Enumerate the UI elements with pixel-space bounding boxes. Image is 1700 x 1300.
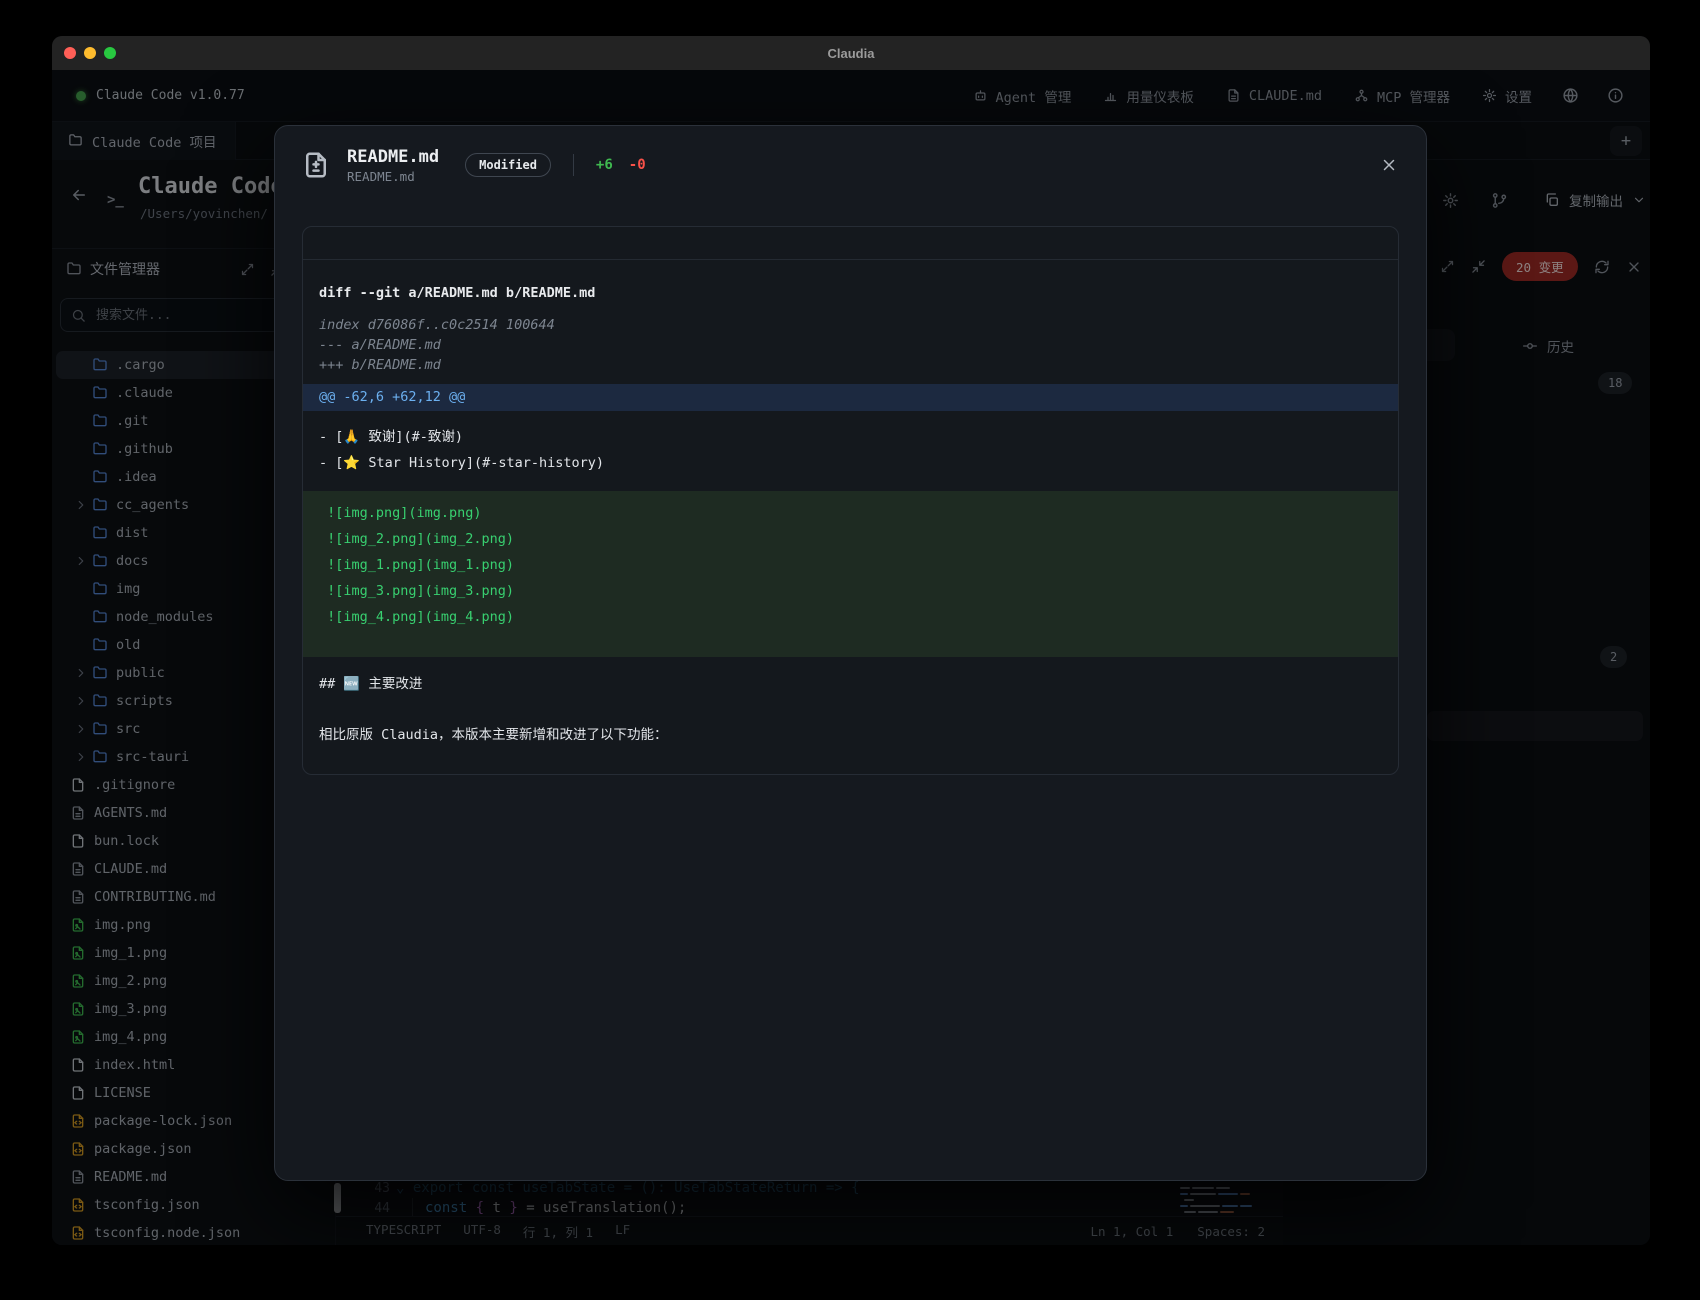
diff-line-context: - [⭐ Star History](#-star-history) <box>303 450 1398 476</box>
diff-line-meta: +++ b/README.md <box>303 355 1398 375</box>
additions-count: +6 <box>596 157 613 173</box>
diff-added-line: ![img_2.png](img_2.png) <box>303 526 1398 552</box>
diff-added-line: ![img_1.png](img_1.png) <box>303 552 1398 578</box>
deletions-count: -0 <box>629 157 646 173</box>
diff-line-meta: --- a/README.md <box>303 335 1398 355</box>
titlebar: Claudia <box>52 36 1650 70</box>
diff-line-meta: index d76086f..c0c2514 100644 <box>303 315 1398 335</box>
diff-panel: diff --git a/README.md b/README.md index … <box>302 226 1399 775</box>
diff-added-line: ![img_3.png](img_3.png) <box>303 578 1398 604</box>
diff-line-hunk: @@ -62,6 +62,12 @@ <box>303 384 1398 411</box>
diff-line-context: - [🙏 致谢](#-致谢) <box>303 424 1398 450</box>
diff-line-context: ## 🆕 主要改进 <box>303 671 1398 697</box>
diff-line-context: 相比原版 Claudia，本版本主要新增和改进了以下功能： <box>303 722 1398 748</box>
added-lines-block: ![img.png](img.png) ![img_2.png](img_2.p… <box>303 491 1398 657</box>
desktop: Claudia Claude Code v1.0.77 Agent 管理用量仪表… <box>0 0 1700 1300</box>
diff-panel-toolbar <box>303 227 1398 260</box>
close-modal-button[interactable] <box>1376 152 1402 178</box>
file-diff-icon <box>301 150 331 180</box>
diff-modal-header: README.md README.md Modified +6 -0 <box>275 126 1426 204</box>
window-title: Claudia <box>52 46 1650 61</box>
diff-content: diff --git a/README.md b/README.md index … <box>303 260 1398 748</box>
divider <box>573 154 574 176</box>
file-title: README.md <box>347 147 439 167</box>
file-subtitle: README.md <box>347 169 439 184</box>
diff-line-file-header: diff --git a/README.md b/README.md <box>303 285 1398 301</box>
app-window: Claudia Claude Code v1.0.77 Agent 管理用量仪表… <box>52 36 1650 1245</box>
diff-added-line: ![img.png](img.png) <box>303 500 1398 526</box>
diff-modal: README.md README.md Modified +6 -0 diff … <box>274 125 1427 1181</box>
file-titles: README.md README.md <box>347 147 439 184</box>
diff-added-line: ![img_4.png](img_4.png) <box>303 604 1398 630</box>
diff-line-blank <box>303 697 1398 722</box>
modified-badge: Modified <box>465 153 551 177</box>
